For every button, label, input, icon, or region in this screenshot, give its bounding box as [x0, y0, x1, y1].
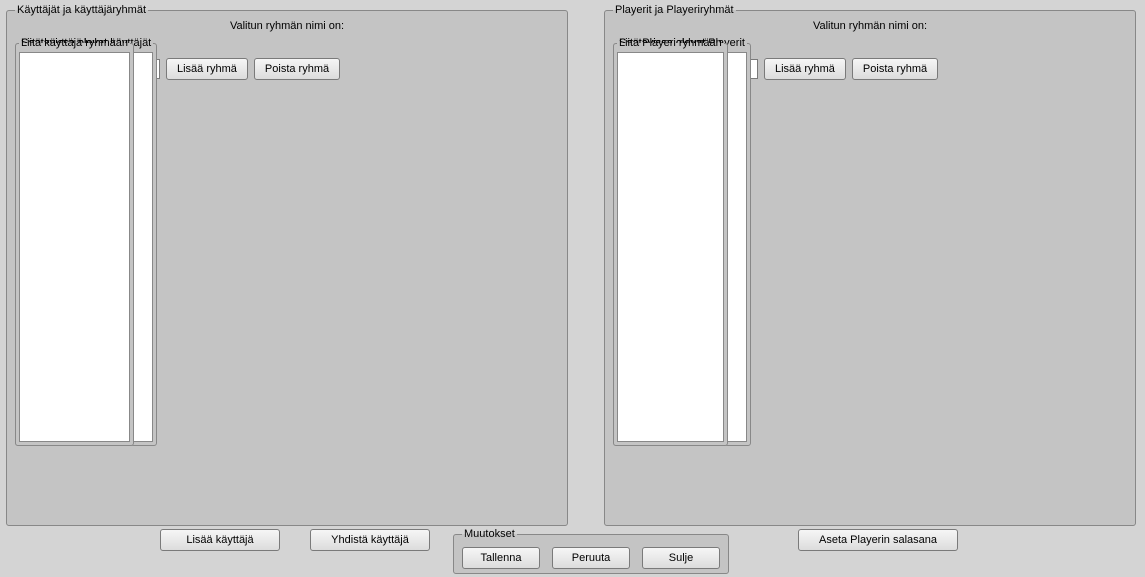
close-button[interactable]: Sulje [642, 547, 720, 569]
right-attach-legend: Liitä Playeri ryhmään [617, 37, 724, 49]
selected-group-name-label-right: Valitun ryhmän nimi on: [613, 20, 1127, 34]
left-remove-group-button[interactable]: Poista ryhmä [254, 58, 340, 80]
save-button[interactable]: Tallenna [462, 547, 540, 569]
add-user-button[interactable]: Lisää käyttäjä [160, 529, 280, 551]
players-groups-legend: Playerit ja Playeriryhmät [613, 4, 736, 16]
right-attach-listbox[interactable] [617, 52, 724, 442]
right-add-group-button[interactable]: Lisää ryhmä [764, 58, 846, 80]
players-groups-panel: Playerit ja Playeriryhmät Valitun ryhmän… [604, 4, 1136, 526]
set-player-password-button[interactable]: Aseta Playerin salasana [798, 529, 958, 551]
right-attach-player-fs: Liitä Playeri ryhmään [613, 37, 728, 446]
selected-group-name-label-left: Valitun ryhmän nimi on: [15, 20, 559, 34]
cancel-button[interactable]: Peruuta [552, 547, 630, 569]
changes-panel: Muutokset Tallenna Peruuta Sulje [453, 528, 729, 574]
connect-user-button[interactable]: Yhdistä käyttäjä [310, 529, 430, 551]
changes-legend: Muutokset [462, 528, 517, 540]
right-remove-group-button[interactable]: Poista ryhmä [852, 58, 938, 80]
users-groups-legend: Käyttäjät ja käyttäjäryhmät [15, 4, 148, 16]
left-add-group-button[interactable]: Lisää ryhmä [166, 58, 248, 80]
left-attach-user-fs: Liitä käyttäjä ryhmään [15, 37, 134, 446]
left-attach-legend: Liitä käyttäjä ryhmään [19, 37, 130, 49]
left-attach-listbox[interactable] [19, 52, 130, 442]
users-groups-panel: Käyttäjät ja käyttäjäryhmät Valitun ryhm… [6, 4, 568, 526]
